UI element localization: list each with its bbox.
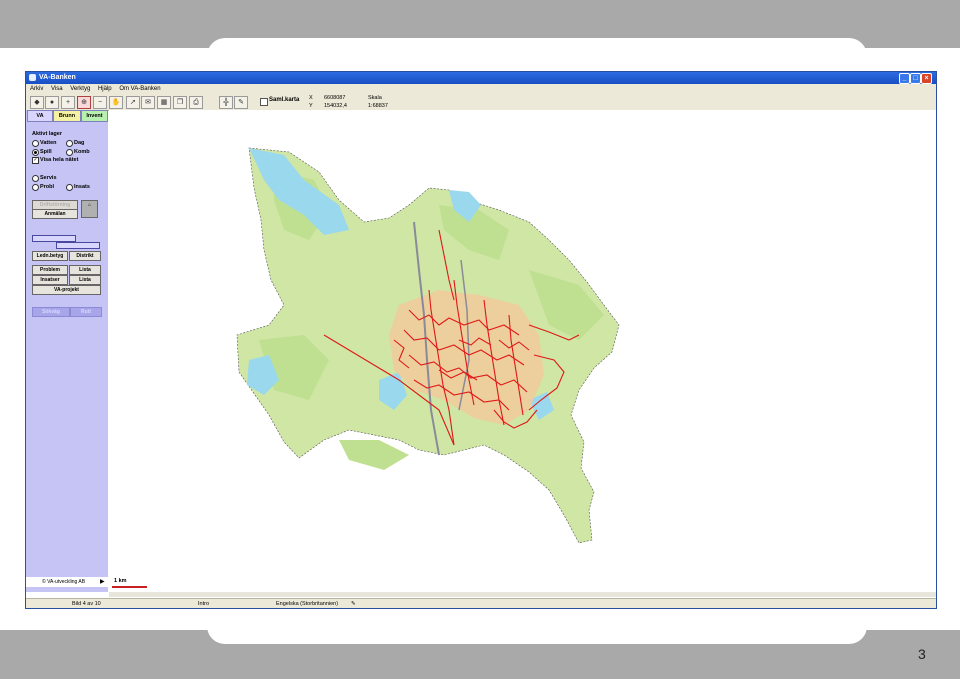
spellcheck-icon[interactable]: ✎ bbox=[351, 599, 356, 608]
minimize-button[interactable]: _ bbox=[899, 73, 910, 84]
scale-bar bbox=[112, 586, 147, 588]
komb-label: Komb bbox=[74, 149, 90, 155]
anmalan-button[interactable]: Anmälan bbox=[32, 209, 78, 219]
map-svg bbox=[236, 147, 620, 544]
spill-label: Spill bbox=[40, 149, 52, 155]
scale-label: Skala bbox=[368, 95, 382, 101]
vatten-label: Vatten bbox=[40, 140, 57, 146]
radio-dag[interactable] bbox=[66, 140, 73, 147]
close-button[interactable]: × bbox=[921, 73, 932, 84]
radio-servis[interactable] bbox=[32, 175, 39, 182]
zoom-out-icon[interactable]: − bbox=[93, 96, 107, 109]
insatser-button[interactable]: Insatser bbox=[32, 275, 68, 285]
status-bar: Bild 4 av 10 Intro Engelska (Storbritann… bbox=[26, 598, 936, 608]
visa-hela-label: Visa hela nätet bbox=[40, 157, 79, 163]
tab-brunn[interactable]: Brunn bbox=[53, 110, 81, 122]
rutt-button[interactable]: Rutt bbox=[70, 307, 102, 317]
radio-vatten[interactable] bbox=[32, 140, 39, 147]
copy-icon[interactable]: ❐ bbox=[173, 96, 187, 109]
vaprojekt-button[interactable]: VA-projekt bbox=[32, 285, 101, 295]
window-title: VA-Banken bbox=[39, 74, 76, 81]
scale-label: 1 km bbox=[114, 578, 127, 584]
shield-icon[interactable]: ◆ bbox=[30, 96, 44, 109]
forest-patch-5 bbox=[339, 440, 409, 470]
app-window: VA-Banken _ □ × Arkiv Visa Verktyg Hjälp… bbox=[25, 71, 937, 609]
aktivt-lager-label: Aktivt lager bbox=[32, 131, 62, 137]
sok-button[interactable]: Sökväg bbox=[32, 307, 70, 317]
visa-hela-checkbox[interactable]: ✓ bbox=[32, 157, 39, 164]
status-language: Engelska (Storbritannien) bbox=[276, 601, 339, 607]
toolbar: ◆ ● + ⊕ − ✋ ➚ ✉ ▦ ❐ ⎙ ╬ ✎ Saml.karta X Y… bbox=[26, 94, 936, 111]
filter-field-2[interactable] bbox=[56, 242, 100, 249]
filter-field-1[interactable] bbox=[32, 235, 76, 242]
radio-spill[interactable] bbox=[32, 149, 39, 156]
radio-probl[interactable] bbox=[32, 184, 39, 191]
page-number: 3 bbox=[918, 646, 926, 662]
info-icon[interactable]: ✉ bbox=[141, 96, 155, 109]
map-scrollbar[interactable] bbox=[109, 592, 936, 597]
bell-icon[interactable]: ⌂ bbox=[81, 200, 98, 218]
play-icon[interactable]: ▶ bbox=[100, 577, 105, 587]
radio-insats[interactable] bbox=[66, 184, 73, 191]
pan-hand-icon[interactable]: ✋ bbox=[109, 96, 123, 109]
print-icon[interactable]: ⎙ bbox=[189, 96, 203, 109]
measure-icon[interactable]: ╬ bbox=[219, 96, 233, 109]
edit-icon[interactable]: ✎ bbox=[234, 96, 248, 109]
tab-va[interactable]: VA bbox=[27, 110, 53, 122]
scale-value: 1:68837 bbox=[368, 103, 388, 109]
menu-bar: Arkiv Visa Verktyg Hjälp Om VA-Banken bbox=[26, 84, 936, 94]
maximize-button[interactable]: □ bbox=[910, 73, 921, 84]
y-value: 154032,4 bbox=[324, 103, 347, 109]
title-bar: VA-Banken _ □ × bbox=[26, 72, 936, 84]
app-icon bbox=[29, 74, 36, 81]
status-slide: Bild 4 av 10 bbox=[72, 601, 101, 607]
zoom-in-icon[interactable]: + bbox=[61, 96, 75, 109]
x-value: 6608087 bbox=[324, 95, 346, 101]
sidebar-tabs: VA Brunn Invent bbox=[26, 110, 108, 122]
samlkarta-checkbox[interactable] bbox=[260, 98, 268, 106]
map-layer-icon[interactable]: ▦ bbox=[157, 96, 171, 109]
status-section: Intro bbox=[198, 601, 210, 607]
menu-om[interactable]: Om VA-Banken bbox=[119, 86, 160, 92]
insatser-lista-button[interactable]: Lista bbox=[69, 275, 101, 285]
y-label: Y bbox=[309, 103, 313, 109]
samlkarta-label: Saml.karta bbox=[269, 97, 300, 103]
insats-label: Insats bbox=[74, 184, 90, 190]
probl-label: Probl bbox=[40, 184, 55, 190]
copyright-footer: © VA-utveckling AB ▶ bbox=[26, 577, 108, 587]
menu-hjalp[interactable]: Hjälp bbox=[98, 86, 112, 92]
distrikt-button[interactable]: Distrikt bbox=[69, 251, 101, 261]
menu-arkiv[interactable]: Arkiv bbox=[30, 86, 43, 92]
zoom-window-icon[interactable]: ⊕ bbox=[77, 96, 91, 109]
problem-button[interactable]: Problem bbox=[32, 265, 68, 275]
problem-lista-button[interactable]: Lista bbox=[69, 265, 101, 275]
servis-label: Servis bbox=[40, 175, 57, 181]
x-label: X bbox=[309, 95, 313, 101]
map-canvas[interactable] bbox=[109, 110, 936, 592]
menu-visa[interactable]: Visa bbox=[51, 86, 63, 92]
globe-icon[interactable]: ● bbox=[45, 96, 59, 109]
radio-komb[interactable] bbox=[66, 149, 73, 156]
copyright-text: © VA-utveckling AB bbox=[42, 579, 86, 585]
select-arrow-icon[interactable]: ➚ bbox=[126, 96, 140, 109]
sidebar: VA Brunn Invent Aktivt lager Vatten Dag … bbox=[26, 110, 108, 592]
lednbetyg-button[interactable]: Ledn.betyg bbox=[32, 251, 68, 261]
tab-invent[interactable]: Invent bbox=[81, 110, 108, 122]
menu-verktyg[interactable]: Verktyg bbox=[70, 86, 90, 92]
dag-label: Dag bbox=[74, 140, 85, 146]
